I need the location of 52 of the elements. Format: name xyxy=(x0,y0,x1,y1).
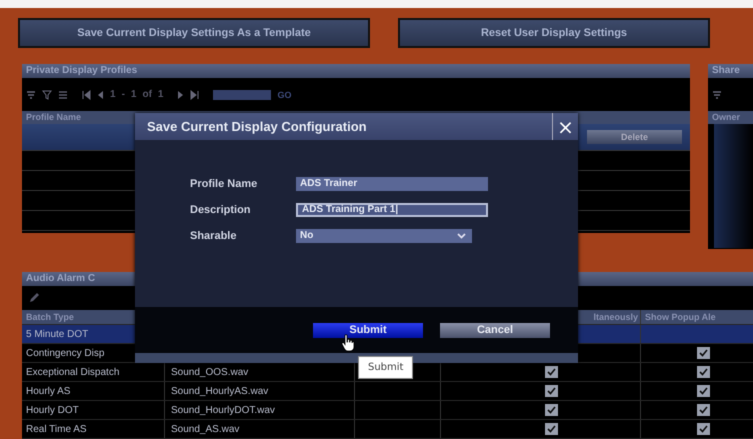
field-label: Profile Name xyxy=(190,178,258,190)
delete-button[interactable]: Delete xyxy=(587,130,682,144)
table-cell: Sound_AS.wav xyxy=(171,424,240,434)
column-header: Profile Name xyxy=(26,112,82,122)
column-header: Show Popup Ale xyxy=(644,311,717,324)
filter-icon[interactable] xyxy=(26,90,36,100)
first-page-icon[interactable] xyxy=(82,90,91,100)
table-cell: Hourly DOT xyxy=(22,401,165,419)
checkbox[interactable] xyxy=(545,366,558,378)
checkbox[interactable] xyxy=(545,385,558,397)
chevron-down-icon[interactable] xyxy=(457,233,466,239)
pager-dash: - xyxy=(122,89,125,100)
page-total: 1 xyxy=(158,89,164,100)
checkbox[interactable] xyxy=(697,404,710,416)
table-cell: Sound_OOS.wav xyxy=(171,366,248,378)
panel-title: Share xyxy=(708,64,753,78)
panel-title: Private Display Profiles xyxy=(22,64,690,78)
field-label: Sharable xyxy=(190,230,238,242)
list-icon[interactable] xyxy=(58,90,68,100)
funnel-icon[interactable] xyxy=(42,90,52,100)
field-label: Description xyxy=(190,204,252,216)
close-button[interactable]: × xyxy=(552,113,578,140)
pencil-icon[interactable] xyxy=(28,292,40,304)
filter-icon[interactable] xyxy=(712,90,722,100)
checkbox[interactable] xyxy=(697,347,710,359)
table-cell: Sound_HourlyAS.wav xyxy=(171,386,268,396)
checkbox[interactable] xyxy=(697,423,710,435)
page-input[interactable] xyxy=(213,90,272,100)
tooltip: Submit xyxy=(358,356,414,379)
previous-page-icon[interactable] xyxy=(97,90,104,100)
toolbar-button[interactable]: Save Current Display Settings As a Template xyxy=(18,18,370,48)
page-number: 1 xyxy=(130,89,136,100)
last-page-icon[interactable] xyxy=(190,90,200,100)
hand-cursor-icon xyxy=(341,334,355,352)
column-header: Owner xyxy=(712,112,740,122)
toolbar-button[interactable]: Reset User Display Settings xyxy=(398,18,710,48)
table-cell: Real Time AS xyxy=(22,420,165,438)
dropdown[interactable]: No xyxy=(296,229,472,243)
input-field[interactable]: ADS Training Part 1| xyxy=(296,203,488,217)
next-page-icon[interactable] xyxy=(177,90,184,100)
table-cell: Sound_HourlyDOT.wav xyxy=(171,404,275,416)
dialog-button[interactable]: Submit xyxy=(313,322,423,338)
checkbox[interactable] xyxy=(697,366,710,378)
dialog-button[interactable]: Cancel xyxy=(440,322,550,338)
table-cell: Hourly AS xyxy=(22,382,165,400)
dialog-title: Save Current Display Configuration xyxy=(147,119,367,134)
checkbox[interactable] xyxy=(545,423,558,435)
pager-label: of xyxy=(142,89,152,100)
checkbox[interactable] xyxy=(697,385,710,397)
input-field[interactable]: ADS Trainer xyxy=(296,177,488,191)
page-number: 1 xyxy=(110,89,116,100)
checkbox[interactable] xyxy=(545,404,558,416)
